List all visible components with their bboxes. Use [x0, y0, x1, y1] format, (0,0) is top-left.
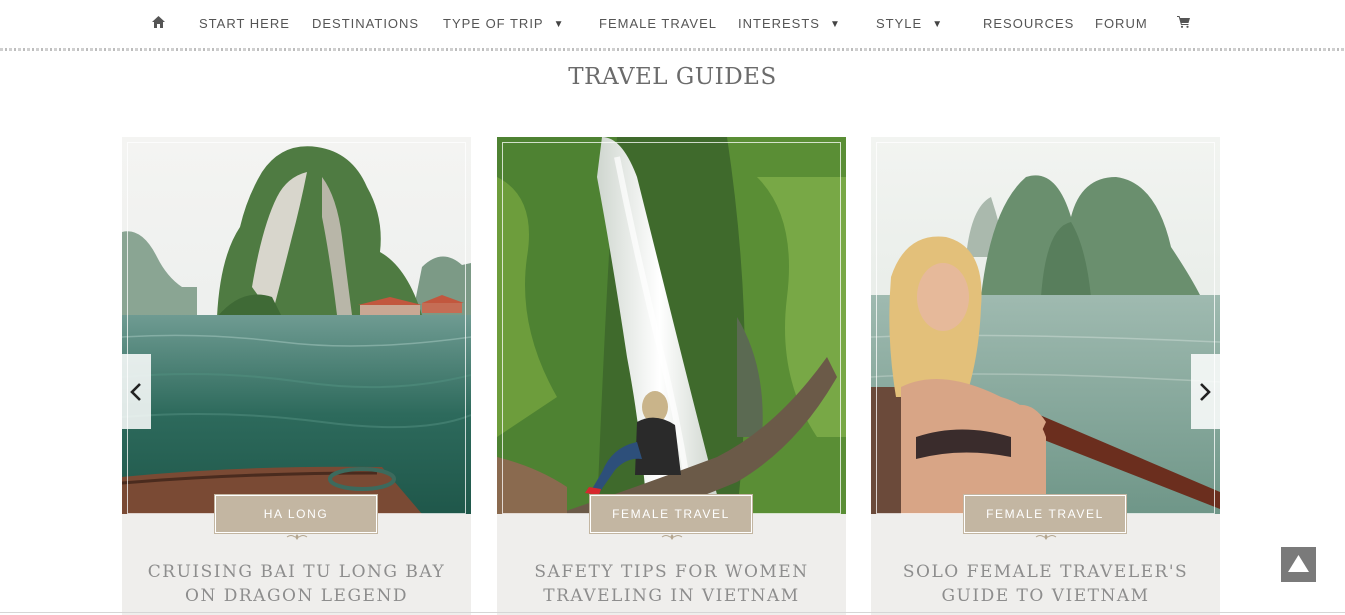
guide-card-ha-long[interactable]: HA LONG CRUISING BAI TU LONG BAY ON DRAG… [122, 137, 471, 615]
ha-long-bay-boat-photo[interactable] [122, 137, 471, 514]
nav-divider [0, 48, 1345, 51]
page-bottom-divider [0, 612, 1345, 613]
nav-item-style[interactable]: STYLE ▼ [876, 15, 943, 33]
nav-item-type-of-trip[interactable]: TYPE OF TRIP ▼ [443, 15, 565, 33]
card-title[interactable]: SOLO FEMALE TRAVELER'S GUIDE TO VIETNAM [891, 560, 1200, 608]
nav-item-label: START HERE [199, 16, 290, 31]
back-to-top-button[interactable] [1281, 547, 1316, 582]
nav-item-label: RESOURCES [983, 16, 1075, 31]
carousel-next-button[interactable] [1191, 354, 1220, 429]
guide-card-safety-tips[interactable]: FEMALE TRAVEL SAFETY TIPS FOR WOMEN TRAV… [497, 137, 846, 615]
woman-on-boat-photo[interactable] [871, 137, 1220, 514]
waterfall-woman-photo[interactable] [497, 137, 846, 514]
nav-item-resources[interactable]: RESOURCES [983, 15, 1074, 33]
nav-item-label: FEMALE TRAVEL [599, 16, 717, 31]
nav-item-start-here[interactable]: START HERE [199, 15, 290, 33]
nav-item-label: INTERESTS [738, 16, 820, 31]
flourish-ornament-icon [1035, 534, 1057, 540]
nav-item-interests[interactable]: INTERESTS ▼ [738, 15, 841, 33]
card-title[interactable]: CRUISING BAI TU LONG BAY ON DRAGON LEGEN… [142, 560, 451, 608]
section-title: TRAVEL GUIDES [568, 64, 777, 90]
nav-item-forum[interactable]: FORUM [1095, 15, 1148, 33]
caret-down-icon[interactable]: ▼ [830, 16, 841, 34]
home-icon[interactable] [152, 16, 165, 28]
category-badge[interactable]: FEMALE TRAVEL [963, 494, 1127, 534]
caret-down-icon[interactable]: ▼ [932, 16, 943, 34]
main-nav: START HERE DESTINATIONS TYPE OF TRIP ▼ FE… [0, 0, 1345, 48]
caret-down-icon[interactable]: ▼ [554, 16, 565, 34]
triangle-up-icon [1288, 555, 1309, 572]
chevron-right-icon [1200, 383, 1211, 401]
nav-item-label: TYPE OF TRIP [443, 16, 544, 31]
chevron-left-icon [130, 383, 141, 401]
nav-item-label: FORUM [1095, 16, 1148, 31]
nav-item-female-travel[interactable]: FEMALE TRAVEL [599, 15, 717, 33]
nav-item-label: DESTINATIONS [312, 16, 420, 31]
guide-card-solo-female[interactable]: FEMALE TRAVEL SOLO FEMALE TRAVELER'S GUI… [871, 137, 1220, 615]
flourish-ornament-icon [661, 534, 683, 540]
nav-item-destinations[interactable]: DESTINATIONS [312, 15, 419, 33]
nav-item-label: STYLE [876, 16, 923, 31]
category-badge[interactable]: FEMALE TRAVEL [589, 494, 753, 534]
flourish-ornament-icon [286, 534, 308, 540]
cart-icon[interactable] [1177, 16, 1190, 28]
carousel-prev-button[interactable] [122, 354, 151, 429]
card-title[interactable]: SAFETY TIPS FOR WOMEN TRAVELING IN VIETN… [517, 560, 826, 608]
category-badge[interactable]: HA LONG [214, 494, 378, 534]
